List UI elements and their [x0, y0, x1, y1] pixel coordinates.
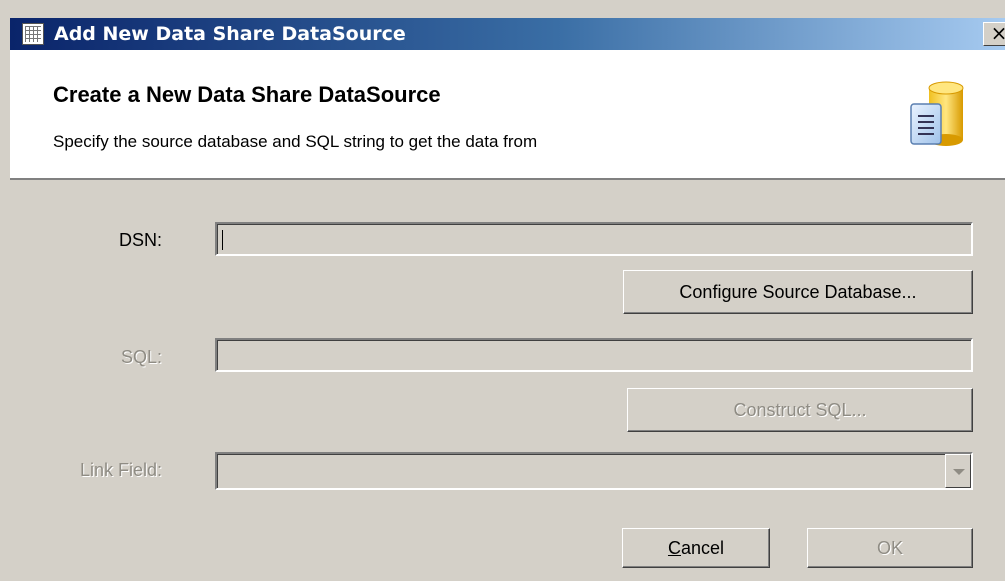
database-icon	[910, 81, 964, 146]
cancel-label: ancel	[680, 538, 725, 558]
sql-input[interactable]	[217, 340, 971, 370]
dsn-label: DSN:	[118, 230, 162, 250]
construct-sql-button[interactable]: Construct SQL...	[627, 388, 973, 432]
cancel-accelerator: C	[667, 538, 681, 558]
header-subtitle: Specify the source database and SQL stri…	[53, 132, 538, 151]
link-field-combobox[interactable]	[215, 452, 973, 490]
dialog-header: Create a New Data Share DataSource Speci…	[10, 50, 1005, 180]
app-table-icon	[22, 23, 44, 45]
configure-source-database-button[interactable]: Configure Source Database...	[623, 270, 973, 314]
dsn-input[interactable]	[217, 224, 971, 254]
sql-field[interactable]	[215, 338, 973, 372]
cancel-button[interactable]: Cancel	[622, 528, 770, 568]
text-caret	[222, 230, 223, 250]
dsn-field[interactable]	[215, 222, 973, 256]
ok-button[interactable]: OK	[807, 528, 973, 568]
sql-label: SQL:	[120, 347, 162, 367]
combo-dropdown-button[interactable]	[945, 454, 971, 488]
window-title: Add New Data Share DataSource	[54, 23, 406, 45]
header-title: Create a New Data Share DataSource	[53, 82, 441, 107]
chevron-down-icon	[953, 469, 965, 475]
close-button[interactable]: ×	[983, 22, 1005, 46]
title-bar[interactable]: Add New Data Share DataSource ×	[10, 18, 1005, 50]
link-field-label: Link Field:	[79, 460, 162, 480]
